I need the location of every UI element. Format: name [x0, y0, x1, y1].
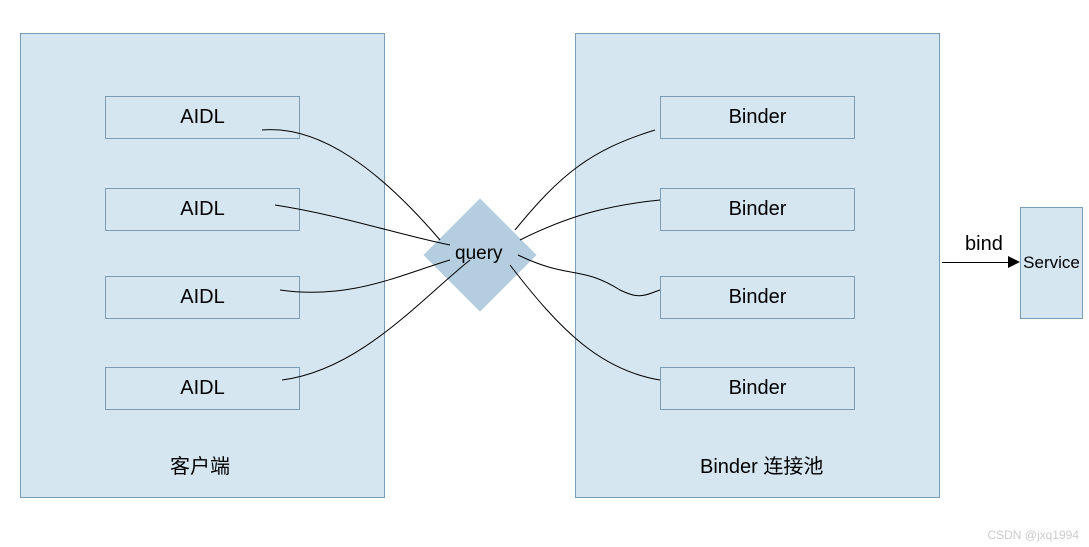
client-title: 客户端 [170, 450, 230, 479]
bind-arrow-head [1008, 256, 1020, 268]
query-label: query [455, 243, 503, 265]
binder-box-4: Binder [660, 367, 855, 410]
watermark: CSDN @jxq1994 [987, 528, 1079, 542]
bind-arrow-line [942, 262, 1012, 263]
binder-label: Binder [729, 106, 787, 129]
binder-label: Binder [729, 286, 787, 309]
binder-box-1: Binder [660, 96, 855, 139]
binder-label: Binder [729, 377, 787, 400]
aidl-box-3: AIDL [105, 276, 300, 319]
binder-box-2: Binder [660, 188, 855, 231]
aidl-box-1: AIDL [105, 96, 300, 139]
aidl-label: AIDL [180, 286, 224, 309]
service-label: Service [1023, 253, 1080, 273]
binder-box-3: Binder [660, 276, 855, 319]
aidl-box-4: AIDL [105, 367, 300, 410]
bind-label: bind [965, 233, 1003, 256]
aidl-label: AIDL [180, 198, 224, 221]
binder-label: Binder [729, 198, 787, 221]
pool-title: Binder 连接池 [700, 450, 823, 479]
aidl-label: AIDL [180, 377, 224, 400]
diagram-canvas: AIDL AIDL AIDL AIDL 客户端 query Binder Bin… [0, 0, 1089, 547]
aidl-box-2: AIDL [105, 188, 300, 231]
aidl-label: AIDL [180, 106, 224, 129]
service-box: Service [1020, 207, 1083, 319]
